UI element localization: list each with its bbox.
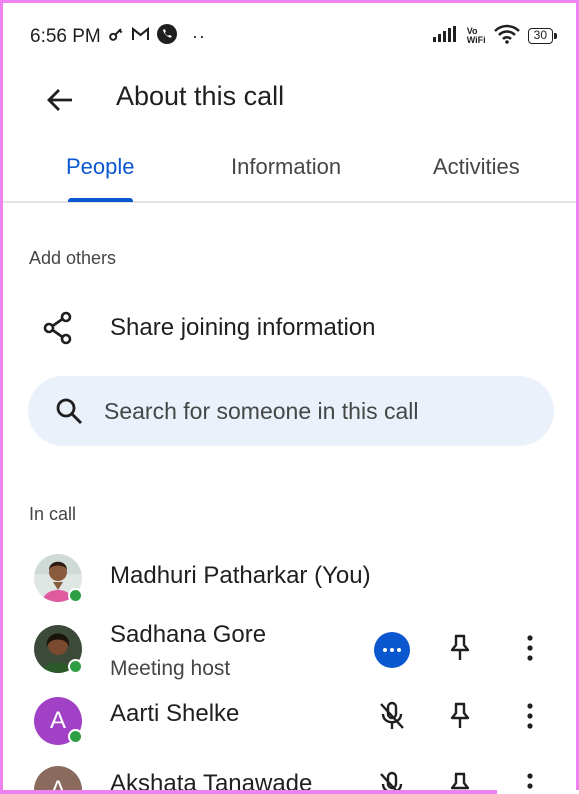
online-status-dot <box>68 588 83 603</box>
participant-row[interactable]: A Aarti Shelke <box>0 688 579 758</box>
back-button[interactable] <box>40 82 80 122</box>
tab-information[interactable]: Information <box>231 154 341 180</box>
mic-off-icon <box>378 701 406 736</box>
participant-row[interactable]: Madhuri Patharkar (You) <box>0 542 579 612</box>
more-horiz-icon <box>374 632 410 668</box>
online-status-dot <box>68 659 83 674</box>
pin-icon <box>449 634 471 667</box>
vowifi-bottom-text: WiFi <box>466 35 486 45</box>
active-tab-indicator <box>68 198 133 202</box>
more-notifications-icon: ·· <box>192 25 206 46</box>
battery-icon: 30 <box>527 28 558 44</box>
participant-role: Meeting host <box>110 657 231 680</box>
tab-people[interactable]: People <box>66 154 135 180</box>
vowifi-icon: Vo WiFi <box>467 27 486 45</box>
search-icon <box>54 396 84 426</box>
more-vert-icon <box>526 702 534 734</box>
participant-name: Sadhana Gore <box>110 621 267 648</box>
pin-icon <box>449 702 471 735</box>
gmail-icon <box>131 26 150 47</box>
overflow-menu-button[interactable] <box>512 632 548 668</box>
participant-row[interactable]: A Akshata Tanawade <box>0 760 579 794</box>
arrow-back-icon <box>46 88 74 117</box>
share-joining-info-label: Share joining information <box>110 314 376 341</box>
app-bar: About this call <box>0 76 579 136</box>
share-joining-info-button[interactable]: Share joining information <box>0 300 579 358</box>
tab-bar: People Information Activities <box>0 136 579 203</box>
status-left-icons: ·· <box>108 23 206 49</box>
more-vert-icon <box>526 634 534 666</box>
pin-button[interactable] <box>442 632 478 668</box>
wifi-icon <box>493 24 520 49</box>
participant-row[interactable]: Sadhana Gore Meeting host <box>0 615 579 685</box>
status-right-icons: Vo WiFi 30 <box>432 24 558 49</box>
overflow-menu-button[interactable] <box>512 700 548 736</box>
phone-icon <box>157 23 177 49</box>
tab-activities[interactable]: Activities <box>433 154 520 180</box>
participant-name: Madhuri Patharkar (You) <box>110 562 371 589</box>
online-status-dot <box>68 729 83 744</box>
pin-button[interactable] <box>442 700 478 736</box>
page-title: About this call <box>116 81 285 111</box>
participant-name: Aarti Shelke <box>110 700 240 727</box>
status-bar: 6:56 PM ·· Vo WiFi 30 <box>0 0 579 76</box>
status-time: 6:56 PM <box>30 26 101 47</box>
add-others-label: Add others <box>29 248 117 268</box>
key-icon <box>108 26 124 47</box>
mute-status <box>374 700 410 736</box>
share-icon <box>42 310 74 346</box>
search-input[interactable] <box>104 391 534 431</box>
more-options-button[interactable] <box>374 632 410 668</box>
in-call-label: In call <box>29 504 77 524</box>
frame-bottom-gap <box>497 790 579 794</box>
signal-icon <box>432 25 459 47</box>
frame-bottom-edge <box>0 790 497 794</box>
search-bar[interactable] <box>28 376 554 446</box>
